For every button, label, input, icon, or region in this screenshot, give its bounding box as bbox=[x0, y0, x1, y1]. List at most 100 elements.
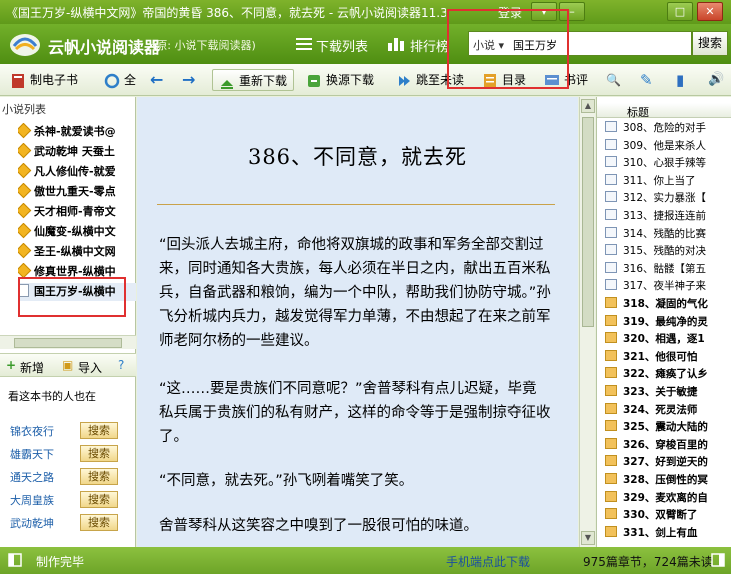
chapter-title: 310、心狠手辣等 bbox=[623, 157, 707, 170]
chapter-row[interactable]: 328、压倒性的冥 bbox=[605, 473, 731, 488]
search-button[interactable]: 搜索 bbox=[692, 31, 728, 56]
chapter-row[interactable]: 327、好到逆天的 bbox=[605, 455, 731, 470]
chapter-row[interactable]: 315、残酷的对决 bbox=[605, 244, 731, 259]
book-icon bbox=[18, 123, 32, 139]
chapter-row[interactable]: 319、最纯净的灵 bbox=[605, 314, 731, 330]
edit-icon[interactable]: ✎ bbox=[640, 69, 653, 91]
search-small-icon[interactable]: ? bbox=[118, 358, 124, 372]
maximize-button[interactable]: □ bbox=[667, 2, 693, 21]
back-icon[interactable]: ← bbox=[150, 69, 163, 91]
chapter-title: 320、相遇，逐1 bbox=[623, 333, 705, 346]
chapter-row[interactable]: 324、死灵法师 bbox=[605, 402, 731, 418]
book-item[interactable]: 傲世九重天-零点 bbox=[18, 183, 136, 201]
chapter-title: 321、他很可怕 bbox=[623, 350, 698, 363]
horizontal-scrollbar[interactable] bbox=[0, 335, 136, 349]
refresh-icon bbox=[104, 73, 120, 88]
book-item[interactable]: 圣王-纵横中文网 bbox=[18, 243, 136, 261]
chapter-row[interactable]: 329、麦欢离的自 bbox=[605, 490, 731, 506]
book-item[interactable]: 杀神-就爱读书@ bbox=[18, 123, 136, 141]
book-icon bbox=[18, 243, 32, 259]
chapter-row[interactable]: 321、他很可怕 bbox=[605, 349, 731, 365]
forward-icon[interactable]: → bbox=[182, 69, 195, 91]
also-search-button[interactable]: 搜索 bbox=[80, 468, 118, 485]
status-panel-icon[interactable] bbox=[8, 553, 22, 567]
chapter-row[interactable]: 318、凝固的气化 bbox=[605, 297, 731, 312]
reader-pane: 386、不同意，就去死 “回头派人去城主府，命他将双旗城的政事和军务全部交割过来… bbox=[137, 97, 578, 547]
also-search-button[interactable]: 搜索 bbox=[80, 514, 118, 531]
title-bar: 《国王万岁-纵横中文网》帝国的黄昏 386、不同意，就去死 - 云帆小说阅读器1… bbox=[0, 0, 731, 24]
chapter-row[interactable]: 323、关于敏捷 bbox=[605, 385, 731, 400]
jump-icon bbox=[399, 75, 410, 86]
chapter-row[interactable]: 311、你上当了 bbox=[605, 173, 731, 189]
chapter-title: 326、穿梭百里的 bbox=[623, 438, 708, 451]
refresh-button[interactable]: 全 bbox=[104, 69, 136, 91]
book-item[interactable]: 天才相师-青帝文 bbox=[18, 203, 136, 221]
status-right-icon[interactable] bbox=[711, 553, 725, 567]
chapter-title: 313、捷报连连前 bbox=[623, 210, 707, 222]
reader-scrollbar[interactable]: ▲ ▼ bbox=[579, 97, 595, 547]
scroll-down-icon[interactable]: ▼ bbox=[581, 531, 595, 545]
close-button[interactable]: ✕ bbox=[697, 2, 723, 21]
also-search-button[interactable]: 搜索 bbox=[80, 422, 118, 439]
make-ebook-button[interactable]: 制电子书 bbox=[10, 69, 78, 91]
chapter-title: 330、双臂断了 bbox=[623, 509, 698, 522]
also-reading-link[interactable]: 大周皇族 bbox=[10, 492, 54, 508]
chapter-row[interactable]: 320、相遇，逐1 bbox=[605, 332, 731, 347]
chapter-row[interactable]: 326、穿梭百里的 bbox=[605, 437, 731, 453]
book-title: 天才相师-青帝文 bbox=[34, 205, 116, 218]
add-button[interactable]: 新增 bbox=[20, 359, 44, 376]
read-chapter-icon bbox=[605, 138, 617, 150]
app-window: 《国王万岁-纵横中文网》帝国的黄昏 386、不同意，就去死 - 云帆小说阅读器1… bbox=[0, 0, 731, 574]
chapter-row[interactable]: 312、实力暴涨【 bbox=[605, 191, 731, 206]
search-icon[interactable]: 🔍 bbox=[606, 69, 621, 91]
chapter-title: 331、剑上有血 bbox=[623, 526, 698, 539]
chapter-row[interactable]: 314、残酷的比赛 bbox=[605, 226, 731, 242]
read-chapter-icon bbox=[605, 209, 617, 220]
chapter-title: 386、不同意，就去死 bbox=[247, 145, 468, 169]
import-button[interactable]: 导入 bbox=[78, 359, 102, 376]
also-search-button[interactable]: 搜索 bbox=[80, 491, 118, 508]
chapter-count: 975篇章节，724篇未读 bbox=[583, 555, 713, 569]
switch-source-button[interactable]: 换源下载 bbox=[306, 69, 374, 91]
chapter-row[interactable]: 308、危险的对手 bbox=[605, 121, 731, 136]
book-item[interactable]: 武动乾坤 天蚕土 bbox=[18, 143, 136, 161]
scroll-up-icon[interactable]: ▲ bbox=[581, 99, 595, 113]
read-chapter-icon bbox=[605, 226, 617, 238]
scroll-thumb[interactable] bbox=[14, 338, 122, 348]
chapter-row[interactable]: 322、瘫痪了认乡 bbox=[605, 367, 731, 382]
chapter-row[interactable]: 316、骷髅【第五 bbox=[605, 261, 731, 277]
title-divider bbox=[157, 204, 555, 205]
chapter-row[interactable]: 331、剑上有血 bbox=[605, 525, 731, 541]
read-chapter-icon bbox=[605, 244, 617, 256]
nav-download-list[interactable]: 下载列表 bbox=[316, 36, 368, 55]
chapter-title: 319、最纯净的灵 bbox=[623, 315, 708, 328]
toolbar: 制电子书 全 ← → 重新下载 换源下载 跳至未读 目录 书评 🔍 ✎ ▮ 🔊 bbox=[0, 64, 731, 96]
chapter-row[interactable]: 309、他是来杀人 bbox=[605, 138, 731, 154]
nav-ranking[interactable]: 排行榜 bbox=[410, 36, 449, 55]
chapter-row[interactable]: 330、双臂断了 bbox=[605, 508, 731, 523]
book-item[interactable]: 凡人修仙传-就爱 bbox=[18, 163, 136, 181]
book-title: 傲世九重天-零点 bbox=[34, 185, 116, 198]
also-search-button[interactable]: 搜索 bbox=[80, 445, 118, 462]
switch-source-label: 换源下载 bbox=[326, 73, 375, 87]
chapter-title: 318、凝固的气化 bbox=[623, 298, 708, 310]
chapter-list-header[interactable]: 标题 bbox=[597, 103, 731, 119]
sound-icon[interactable]: 🔊 bbox=[708, 69, 724, 91]
chapter-row[interactable]: 310、心狠手辣等 bbox=[605, 156, 731, 171]
chapter-row[interactable]: 325、震动大陆的 bbox=[605, 420, 731, 435]
also-reading-link[interactable]: 锦衣夜行 bbox=[10, 423, 54, 439]
also-reading-link[interactable]: 武动乾坤 bbox=[10, 515, 54, 531]
bookmark-icon[interactable]: ▮ bbox=[676, 69, 684, 91]
paragraph: “这……要是贵族们不同意呢？”舍普琴科有点儿迟疑，毕竟私兵属于贵族们的私有财产，… bbox=[159, 381, 551, 445]
scroll-thumb[interactable] bbox=[582, 117, 594, 327]
also-reading-link[interactable]: 雄霸天下 bbox=[10, 446, 54, 462]
redownload-button[interactable]: 重新下载 bbox=[212, 69, 295, 91]
mobile-download-link[interactable]: 手机端点此下载 bbox=[446, 553, 530, 570]
novel-list-panel: 小说列表 杀神-就爱读书@ 武动乾坤 天蚕土 凡人修仙传-就爱 傲世九重天-零点… bbox=[0, 97, 136, 547]
chapter-row[interactable]: 317、夜半神子来 bbox=[605, 279, 731, 294]
also-reading-link[interactable]: 通天之路 bbox=[10, 469, 54, 485]
unread-chapter-icon bbox=[605, 385, 617, 396]
chapter-row[interactable]: 313、捷报连连前 bbox=[605, 209, 731, 224]
book-item[interactable]: 仙魔变-纵横中文 bbox=[18, 223, 136, 241]
chapter-title: 312、实力暴涨【 bbox=[623, 192, 707, 205]
